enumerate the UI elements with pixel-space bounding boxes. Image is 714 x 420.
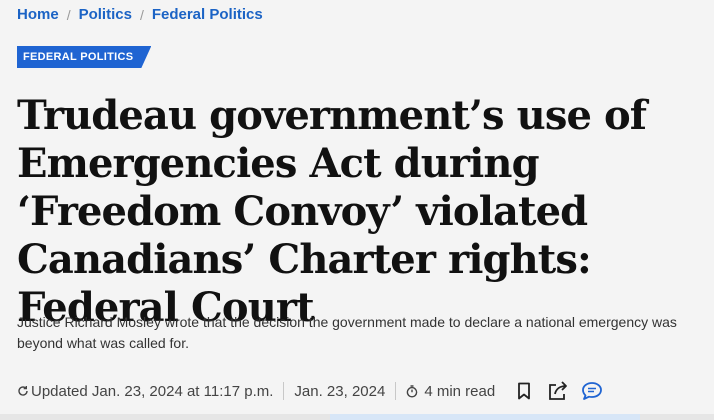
share-button[interactable] (541, 379, 575, 403)
article-headline: Trudeau government’s use of Emergencies … (17, 92, 647, 331)
published-date: Jan. 23, 2024 (294, 382, 386, 400)
article-actions (507, 379, 609, 403)
breadcrumb-separator: / (139, 6, 144, 23)
share-icon (547, 381, 569, 401)
meta-divider (395, 382, 397, 400)
comment-icon (581, 381, 603, 401)
breadcrumb: Home / Politics / Federal Politics (17, 6, 263, 23)
article-meta: Updated Jan. 23, 2024 at 11:17 p.m. Jan.… (17, 379, 609, 403)
timer-icon (406, 384, 418, 398)
article-dek: Justice Richard Mosley wrote that the de… (17, 314, 677, 351)
breadcrumb-home[interactable]: Home (17, 6, 59, 23)
meta-divider (283, 382, 285, 400)
updated-timestamp: Updated Jan. 23, 2024 at 11:17 p.m. (17, 383, 273, 400)
breadcrumb-federal-politics[interactable]: Federal Politics (152, 6, 263, 23)
bookmark-icon (517, 382, 531, 400)
read-time: 4 min read (406, 383, 495, 400)
read-time-text: 4 min read (424, 382, 496, 400)
section-tag[interactable]: FEDERAL POLITICS (17, 46, 151, 68)
content-image-edge (0, 414, 714, 420)
breadcrumb-politics[interactable]: Politics (79, 6, 132, 23)
breadcrumb-separator: / (66, 6, 71, 23)
bookmark-button[interactable] (507, 379, 541, 403)
content-image-edge-highlight (330, 414, 640, 420)
updated-text: Updated Jan. 23, 2024 at 11:17 p.m. (31, 382, 274, 400)
refresh-icon (17, 385, 29, 397)
comments-button[interactable] (575, 379, 609, 403)
